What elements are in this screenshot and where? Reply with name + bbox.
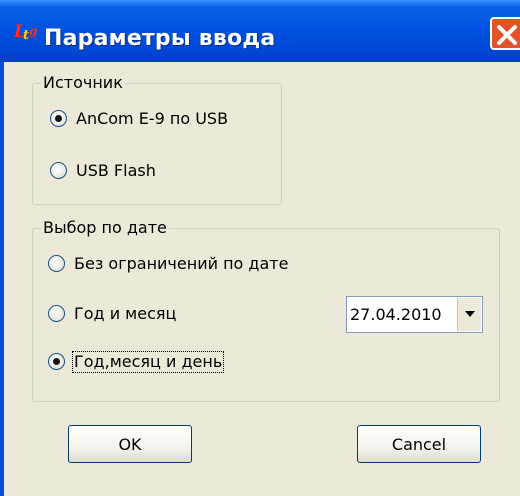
radio-usb-flash[interactable] (50, 162, 67, 179)
radio-ancom-label[interactable]: AnCom E-9 по USB (76, 110, 228, 128)
source-group-legend: Источник (41, 73, 125, 92)
radio-no-date-limit-label[interactable]: Без ограничений по дате (74, 255, 288, 273)
dialog-window: L t g Параметры ввода Источник AnCom E-9… (0, 0, 520, 496)
date-picker[interactable]: 27.04.2010 (346, 296, 483, 333)
close-button[interactable] (490, 17, 520, 50)
cancel-button[interactable]: Cancel (357, 425, 481, 463)
date-picker-value: 27.04.2010 (350, 305, 442, 324)
chevron-down-icon (465, 311, 475, 317)
window-title: Параметры ввода (44, 26, 276, 51)
app-logo-icon: L t g (13, 22, 37, 43)
window-border-left (0, 62, 4, 496)
radio-selected-dot (55, 115, 62, 122)
radio-no-date-limit[interactable] (48, 255, 65, 272)
radio-year-month-day[interactable] (48, 353, 65, 370)
radio-year-month[interactable] (48, 305, 65, 322)
date-dropdown-button[interactable] (457, 298, 481, 331)
svg-text:g: g (29, 24, 37, 38)
radio-ancom[interactable] (50, 110, 67, 127)
radio-usb-flash-label[interactable]: USB Flash (76, 162, 156, 180)
date-group-legend: Выбор по дате (41, 218, 169, 237)
source-groupbox (32, 83, 282, 205)
title-bar[interactable]: L t g Параметры ввода (0, 0, 520, 62)
radio-year-month-day-label[interactable]: Год,месяц и день (71, 351, 225, 373)
ok-button[interactable]: OK (68, 425, 192, 463)
radio-year-month-label[interactable]: Год и месяц (74, 305, 176, 323)
close-icon (497, 25, 517, 45)
radio-selected-dot (53, 358, 60, 365)
